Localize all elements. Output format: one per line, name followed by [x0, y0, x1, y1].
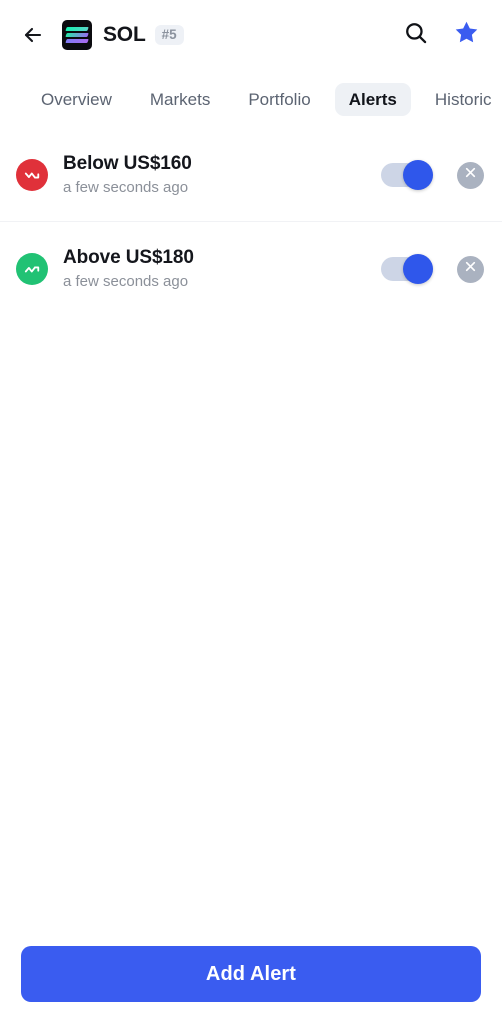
table-row[interactable]: Above US$180 a few seconds ago [0, 222, 502, 316]
app-header: SOL #5 [0, 0, 502, 70]
tab-markets[interactable]: Markets [136, 83, 224, 116]
arrow-left-icon [21, 23, 45, 47]
logo-bar-middle [65, 33, 89, 38]
add-alert-button[interactable]: Add Alert [21, 946, 481, 1002]
tab-historic[interactable]: Historic [421, 83, 502, 116]
remove-alert-button[interactable] [457, 255, 484, 283]
logo-bar-bottom [65, 39, 89, 44]
alert-timestamp: a few seconds ago [63, 179, 189, 197]
table-row[interactable]: Below US$160 a few seconds ago [0, 128, 502, 222]
tab-bar: Overview Markets Portfolio Alerts Histor… [0, 70, 502, 128]
alert-title: Below US$160 [63, 152, 192, 174]
alert-text-group: Below US$160 a few seconds ago [63, 153, 381, 198]
rank-badge: #5 [154, 24, 184, 46]
trend-up-icon [16, 253, 48, 285]
alert-text-group: Above US$180 a few seconds ago [63, 247, 381, 292]
bottom-action-bar: Add Alert [0, 934, 502, 1014]
close-circle-icon [464, 260, 477, 278]
logo-bar-top [65, 27, 89, 32]
star-icon [453, 19, 480, 51]
alert-title: Above US$180 [63, 246, 194, 268]
trend-down-icon [16, 159, 48, 191]
coin-symbol: SOL [103, 23, 146, 46]
search-button[interactable] [398, 17, 434, 53]
toggle-knob [403, 254, 433, 284]
tab-overview[interactable]: Overview [27, 83, 126, 116]
tab-portfolio[interactable]: Portfolio [234, 83, 324, 116]
search-icon [403, 20, 429, 51]
alert-enabled-toggle[interactable] [381, 254, 433, 284]
solana-logo-icon [62, 20, 92, 50]
close-circle-icon [464, 166, 477, 184]
alert-enabled-toggle[interactable] [381, 160, 433, 190]
tab-alerts[interactable]: Alerts [334, 82, 411, 116]
remove-alert-button[interactable] [457, 161, 484, 189]
toggle-knob [403, 160, 433, 190]
alert-list: Below US$160 a few seconds ago Above US$… [0, 128, 502, 316]
favorite-button[interactable] [448, 17, 484, 53]
back-button[interactable] [16, 18, 50, 52]
alert-timestamp: a few seconds ago [63, 273, 189, 291]
